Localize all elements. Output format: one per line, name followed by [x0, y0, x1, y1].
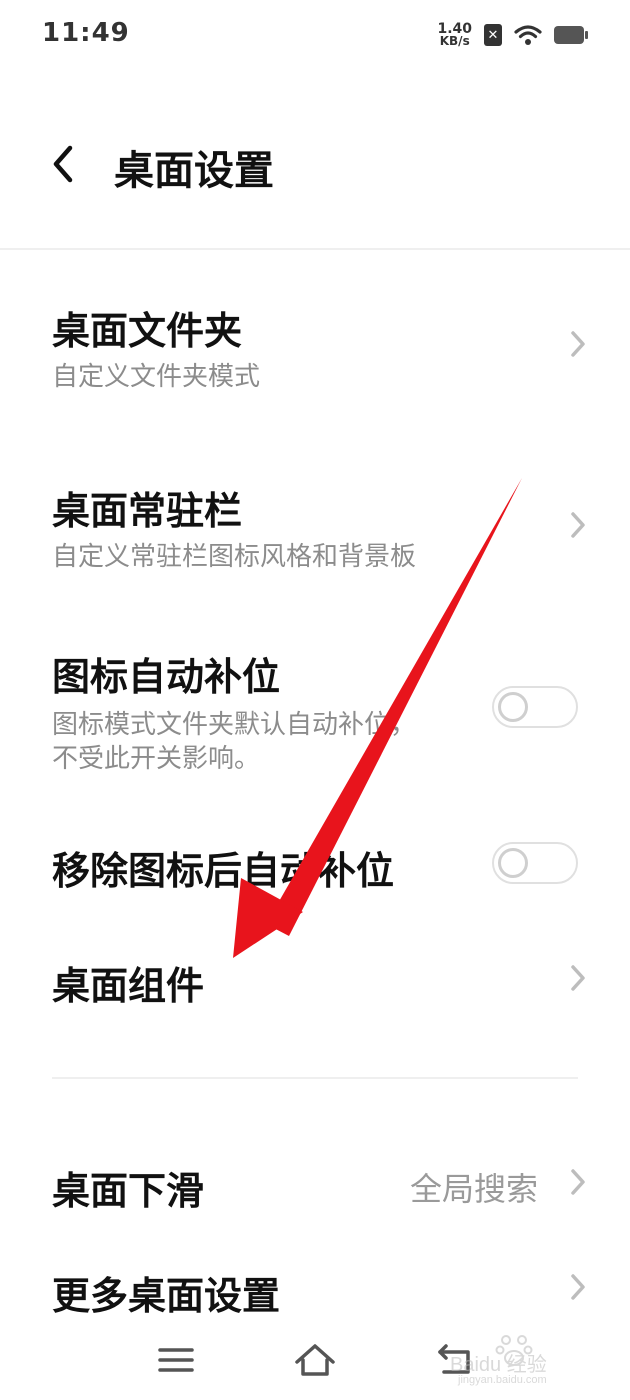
baidu-jingyan-watermark: Baidu 经验 jingyan.baidu.com [450, 1330, 600, 1390]
home-button[interactable] [293, 1338, 337, 1382]
setting-title: 桌面常驻栏 [52, 489, 243, 533]
chevron-right-icon [571, 512, 585, 538]
setting-title: 更多桌面设置 [52, 1274, 281, 1318]
toggle-knob [498, 692, 528, 722]
setting-subtitle: 自定义常驻栏图标风格和背景板 [52, 542, 417, 572]
page-title: 桌面设置 [114, 148, 274, 194]
chevron-right-icon [571, 331, 585, 357]
status-indicators: 1.40 KB/s ✕ [437, 20, 588, 50]
chevron-right-icon [571, 965, 585, 991]
watermark-text: Baidu 经验 [450, 1354, 547, 1376]
chevron-right-icon [571, 1274, 585, 1300]
menu-icon [158, 1348, 194, 1372]
setting-title: 桌面组件 [52, 964, 205, 1008]
setting-title: 图标自动补位 [52, 655, 281, 699]
setting-desktop-widgets[interactable]: 桌面组件 [0, 935, 630, 1025]
battery-icon [554, 26, 588, 44]
wifi-icon [514, 25, 542, 45]
chevron-right-icon [571, 1169, 585, 1195]
setting-more-desktop[interactable]: 更多桌面设置 [0, 1245, 630, 1325]
auto-fill-after-remove-toggle[interactable] [492, 842, 578, 884]
setting-desktop-dock[interactable]: 桌面常驻栏 自定义常驻栏图标风格和背景板 [0, 460, 630, 600]
sim-off-icon: ✕ [484, 24, 502, 46]
back-button[interactable] [44, 142, 84, 186]
setting-desktop-swipe-down[interactable]: 桌面下滑 全局搜索 [0, 1140, 630, 1230]
header: 桌面设置 [0, 120, 630, 220]
setting-subtitle: 自定义文件夹模式 [52, 362, 261, 392]
auto-fill-toggle[interactable] [492, 686, 578, 728]
setting-title: 移除图标后自动补位 [52, 849, 395, 893]
status-time: 11:49 [42, 18, 130, 48]
setting-title: 桌面文件夹 [52, 309, 243, 353]
menu-button[interactable] [154, 1338, 198, 1382]
watermark-url: jingyan.baidu.com [458, 1374, 547, 1386]
header-divider [0, 248, 630, 250]
home-icon [295, 1344, 335, 1376]
setting-auto-fill-after-remove: 移除图标后自动补位 [0, 820, 630, 910]
setting-subtitle-line2: 不受此开关影响。 [52, 744, 261, 774]
network-speed: 1.40 KB/s [437, 22, 472, 48]
status-bar: 11:49 1.40 KB/s ✕ [0, 0, 630, 70]
setting-title: 桌面下滑 [52, 1169, 205, 1213]
network-speed-unit: KB/s [439, 34, 470, 48]
setting-value: 全局搜索 [409, 1170, 538, 1208]
toggle-knob [498, 848, 528, 878]
setting-subtitle-line1: 图标模式文件夹默认自动补位， [52, 710, 417, 740]
section-divider [52, 1077, 578, 1079]
setting-desktop-folder[interactable]: 桌面文件夹 自定义文件夹模式 [0, 280, 630, 420]
setting-icon-auto-fill: 图标自动补位 图标模式文件夹默认自动补位， 不受此开关影响。 [0, 630, 630, 790]
chevron-left-icon [53, 145, 73, 183]
